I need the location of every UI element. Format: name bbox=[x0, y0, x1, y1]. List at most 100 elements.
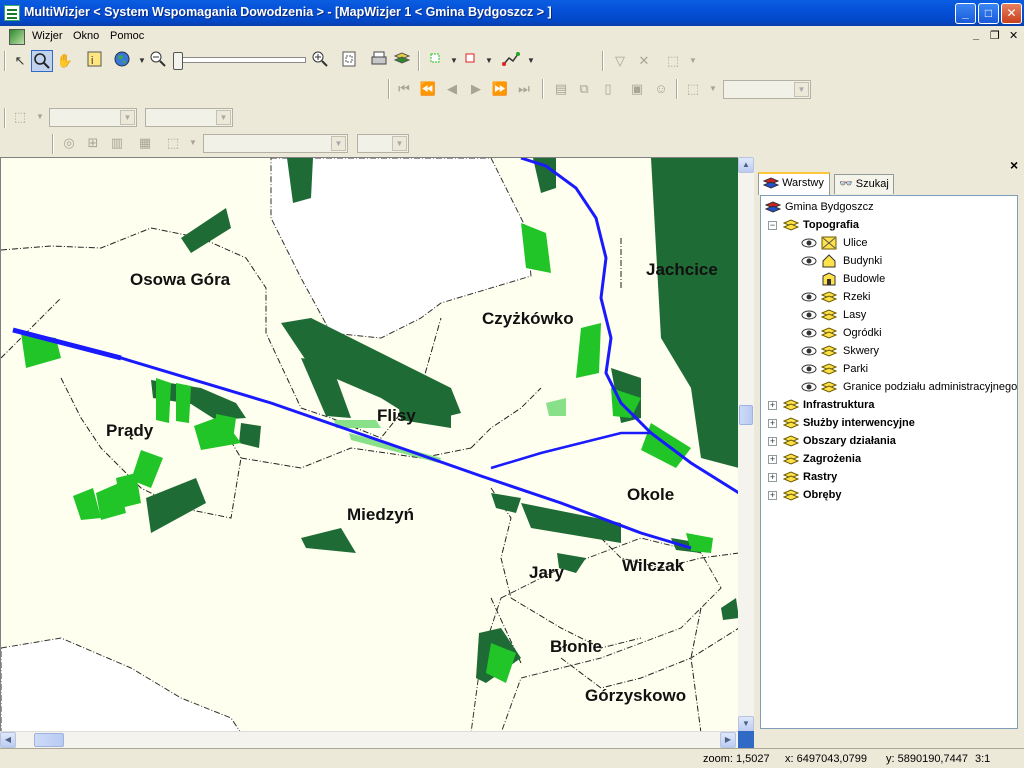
zoom-slider-track[interactable] bbox=[176, 57, 306, 63]
scroll-down-button[interactable]: ▼ bbox=[738, 716, 754, 732]
selection-combo-1[interactable]: ▼ bbox=[49, 108, 137, 127]
print-icon[interactable] bbox=[368, 50, 390, 72]
clear-filter-icon[interactable]: ✕ bbox=[633, 50, 655, 72]
visibility-eye-icon[interactable] bbox=[801, 346, 817, 356]
map-vertical-scrollbar[interactable]: ▲ ▼ bbox=[738, 157, 754, 732]
layers-tree[interactable]: Gmina Bydgoszcz − Topografia Ulice Budyn… bbox=[760, 195, 1018, 729]
frame-icon-2[interactable]: ⬚ bbox=[162, 132, 184, 154]
map-drawing bbox=[1, 158, 738, 732]
scroll-right-button[interactable]: ▶ bbox=[720, 732, 736, 748]
map-canvas[interactable]: Osowa Góra Czyżkówko Jachcice Prądy Flis… bbox=[0, 157, 738, 732]
vertical-scroll-thumb[interactable] bbox=[739, 405, 753, 425]
place-label: Jachcice bbox=[646, 260, 718, 279]
document-print-icon[interactable]: ▤ bbox=[550, 78, 572, 100]
zoom-slider-thumb[interactable] bbox=[173, 52, 183, 70]
copy-document-icon[interactable]: ⧉ bbox=[573, 78, 595, 100]
chart-icon[interactable]: ▥ bbox=[106, 132, 128, 154]
expand-icon[interactable]: + bbox=[768, 473, 777, 482]
layers-panel: × Warstwy 👓 Szukaj Gmina Bydgoszcz − Top… bbox=[754, 157, 1024, 748]
layer-group-icon bbox=[783, 219, 799, 231]
scroll-up-button[interactable]: ▲ bbox=[738, 157, 754, 173]
chevron-down-icon[interactable]: ▼ bbox=[120, 110, 135, 125]
window-title: MultiWizjer < System Wspomagania Dowodze… bbox=[24, 5, 552, 19]
chevron-down-icon[interactable]: ▼ bbox=[216, 110, 231, 125]
visibility-eye-icon[interactable] bbox=[801, 310, 817, 320]
visibility-eye-icon[interactable] bbox=[801, 238, 817, 248]
tab-szukaj[interactable]: 👓 Szukaj bbox=[834, 174, 894, 194]
globe-search-icon[interactable]: ◎ bbox=[58, 132, 80, 154]
chart-settings-icon[interactable]: ▦ bbox=[134, 132, 156, 154]
close-button[interactable]: ✕ bbox=[1001, 3, 1022, 24]
expand-icon[interactable]: + bbox=[768, 419, 777, 428]
red-dropdown-icon[interactable]: ▼ bbox=[478, 50, 500, 72]
layer-label: Granice podziału administracyjnego bbox=[843, 381, 1018, 393]
filter-icon[interactable]: ▽ bbox=[609, 50, 631, 72]
scroll-left-button[interactable]: ◀ bbox=[0, 732, 16, 748]
visibility-eye-icon[interactable] bbox=[801, 364, 817, 374]
layer-group-icon bbox=[783, 435, 799, 447]
mdi-minimize-button[interactable]: _ bbox=[973, 29, 979, 41]
selection-combo-2[interactable]: ▼ bbox=[145, 108, 233, 127]
report-icon[interactable]: ▣ bbox=[626, 78, 648, 100]
select-dropdown-icon[interactable]: ▼ bbox=[682, 50, 704, 72]
play-icon[interactable]: ▶ bbox=[465, 78, 487, 100]
playback-combo[interactable]: ▼ bbox=[723, 80, 811, 99]
tab-warstwy[interactable]: Warstwy bbox=[758, 172, 830, 195]
visibility-eye-icon[interactable] bbox=[801, 256, 817, 266]
zoom-out-icon[interactable] bbox=[147, 50, 169, 72]
frame-select-icon[interactable]: ⬚ bbox=[9, 106, 31, 128]
layer-icon bbox=[821, 363, 837, 375]
panel-close-button[interactable]: × bbox=[1010, 157, 1018, 173]
zoom-tool-icon[interactable] bbox=[31, 50, 53, 72]
chart-search-icon[interactable]: ⊞ bbox=[82, 132, 104, 154]
globe-icon[interactable] bbox=[111, 50, 133, 72]
chevron-down-icon[interactable]: ▼ bbox=[331, 136, 346, 151]
minimize-button[interactable]: _ bbox=[955, 3, 976, 24]
route-dropdown-icon[interactable]: ▼ bbox=[520, 50, 542, 72]
pointer-icon[interactable]: ↖ bbox=[9, 50, 31, 72]
collapse-icon[interactable]: − bbox=[768, 221, 777, 230]
person-icon[interactable]: ☺ bbox=[650, 78, 672, 100]
document-icon[interactable]: ▯ bbox=[597, 78, 619, 100]
expand-icon[interactable]: + bbox=[768, 401, 777, 410]
analysis-combo-1[interactable]: ▼ bbox=[203, 134, 348, 153]
frame-icon[interactable]: ⬚ bbox=[682, 78, 704, 100]
last-frame-icon[interactable]: ⏭ bbox=[513, 78, 535, 100]
expand-icon[interactable]: + bbox=[768, 491, 777, 500]
horizontal-scroll-thumb[interactable] bbox=[34, 733, 64, 747]
visibility-eye-icon[interactable] bbox=[801, 382, 817, 392]
menu-okno[interactable]: Okno bbox=[73, 30, 99, 42]
maximize-button[interactable]: □ bbox=[978, 3, 999, 24]
expand-icon[interactable]: + bbox=[768, 455, 777, 464]
fast-forward-icon[interactable]: ⏩ bbox=[489, 78, 511, 100]
layer-label: Rzeki bbox=[843, 291, 871, 303]
step-back-icon[interactable]: ◀ bbox=[441, 78, 463, 100]
analysis-combo-2[interactable]: ▼ bbox=[357, 134, 409, 153]
layers-export-icon[interactable] bbox=[391, 50, 413, 72]
chevron-down-icon[interactable]: ▼ bbox=[392, 136, 407, 151]
rewind-icon[interactable]: ⏪ bbox=[417, 78, 439, 100]
expand-icon[interactable]: + bbox=[768, 437, 777, 446]
mdi-restore-button[interactable]: ❐ bbox=[990, 29, 1000, 42]
info-tool-icon[interactable]: i bbox=[84, 50, 106, 72]
select-area-icon[interactable]: ⬚ bbox=[662, 50, 684, 72]
zoom-extent-icon[interactable] bbox=[338, 50, 360, 72]
mdi-close-button[interactable]: ✕ bbox=[1009, 29, 1018, 42]
menu-wizjer[interactable]: Wizjer bbox=[32, 30, 63, 42]
toolbar-separator bbox=[418, 51, 420, 71]
pan-hand-icon[interactable]: ✋ bbox=[54, 50, 76, 72]
first-frame-icon[interactable]: ⏮ bbox=[393, 78, 415, 100]
chevron-down-icon[interactable]: ▼ bbox=[794, 82, 809, 97]
map-document-icon[interactable] bbox=[9, 29, 25, 45]
menu-pomoc[interactable]: Pomoc bbox=[110, 30, 144, 42]
title-bar[interactable]: MultiWizjer < System Wspomagania Dowodze… bbox=[0, 0, 1024, 26]
route-icon[interactable] bbox=[500, 50, 522, 72]
frame-dropdown-icon-2[interactable]: ▼ bbox=[182, 132, 204, 154]
frame-dropdown-icon[interactable]: ▼ bbox=[702, 78, 724, 100]
map-horizontal-scrollbar[interactable]: ◀ ▶ bbox=[0, 731, 738, 748]
zoom-in-icon[interactable] bbox=[309, 50, 331, 72]
frame-select-dropdown-icon[interactable]: ▼ bbox=[29, 106, 51, 128]
place-label: Błonie bbox=[550, 637, 602, 656]
visibility-eye-icon[interactable] bbox=[801, 292, 817, 302]
visibility-eye-icon[interactable] bbox=[801, 328, 817, 338]
